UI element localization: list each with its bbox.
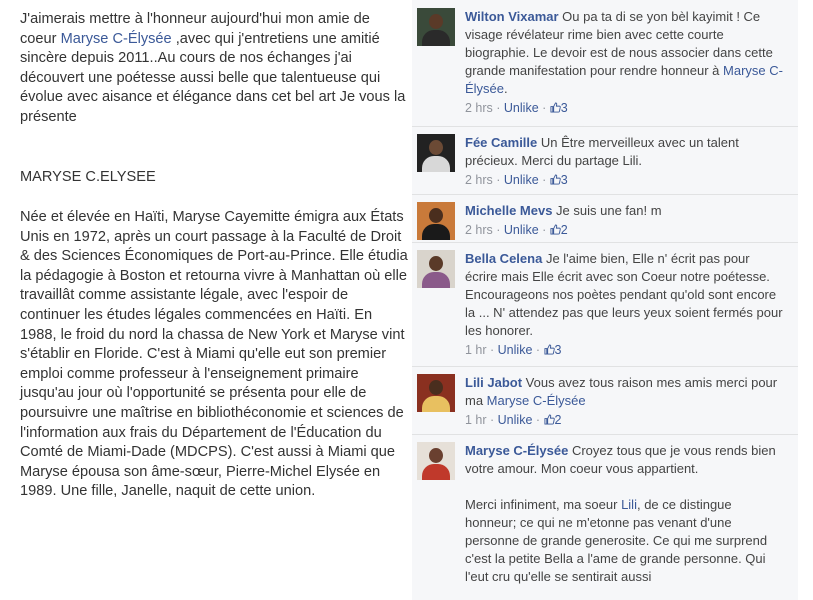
like-count[interactable]: 2 — [550, 223, 568, 237]
avatar[interactable] — [417, 202, 455, 240]
unlike-button[interactable]: Unlike — [504, 173, 539, 187]
comment-meta: 2 hrs · Unlike · 3 — [465, 173, 568, 187]
comment-item: Maryse C-Élysée Croyez tous que je vous … — [412, 434, 798, 600]
post-heading: MARYSE C.ELYSEE — [20, 169, 156, 185]
comment-meta: 2 hrs · Unlike · 3 — [465, 101, 568, 115]
comment-text: Fée Camille Un Être merveilleux avec un … — [465, 134, 783, 189]
thumbs-up-icon — [550, 174, 561, 185]
thumbs-up-icon — [543, 344, 555, 355]
comment-item: Lili Jabot Vous avez tous raison mes ami… — [412, 366, 798, 435]
thumbs-up-icon — [550, 224, 561, 235]
post-bio: Née et élevée en Haïti, Maryse Cayemitte… — [20, 209, 408, 500]
unlike-button[interactable]: Unlike — [504, 223, 539, 237]
comment-text: Bella Celena Je l'aime bien, Elle n' écr… — [465, 251, 783, 357]
comment-item: Fée Camille Un Être merveilleux avec un … — [412, 126, 798, 195]
scrollbar[interactable] — [798, 0, 813, 600]
like-count[interactable]: 3 — [550, 101, 568, 115]
unlike-button[interactable]: Unlike — [504, 101, 539, 115]
comment-author-link[interactable]: Lili Jabot — [465, 375, 522, 390]
thumbs-up-icon — [543, 414, 555, 425]
mention-maryse-link[interactable]: Maryse C-Élysée — [61, 31, 172, 47]
like-count[interactable]: 3 — [550, 173, 568, 187]
post-intro: J'aimerais mettre à l'honneur aujourd'hu… — [20, 11, 406, 125]
like-count[interactable]: 2 — [543, 413, 561, 427]
comment-author-link[interactable]: Michelle Mevs — [465, 203, 552, 218]
avatar[interactable] — [417, 134, 455, 172]
comment-text: Wilton Vixamar Ou pa ta di se yon bèl ka… — [465, 9, 783, 115]
comment-meta: 2 hrs · Unlike · 2 — [465, 223, 568, 237]
comment-item: Bella Celena Je l'aime bien, Elle n' écr… — [412, 242, 798, 367]
comment-author-link[interactable]: Wilton Vixamar — [465, 9, 559, 24]
comment-meta: 1 hr · Unlike · 3 — [465, 343, 562, 357]
comment-item: Michelle Mevs Je suis une fan! m 2 hrs ·… — [412, 194, 798, 243]
comment-item: Wilton Vixamar Ou pa ta di se yon bèl ka… — [412, 0, 798, 127]
unlike-button[interactable]: Unlike — [498, 413, 533, 427]
comment-author-link[interactable]: Bella Celena — [465, 251, 542, 266]
mention-link[interactable]: Maryse C-Élysée — [487, 393, 586, 408]
comment-author-link[interactable]: Fée Camille — [465, 135, 537, 150]
unlike-button[interactable]: Unlike — [498, 343, 533, 357]
avatar[interactable] — [417, 374, 455, 412]
mention-lili-link[interactable]: Lili — [621, 497, 637, 512]
avatar[interactable] — [417, 250, 455, 288]
avatar[interactable] — [417, 8, 455, 46]
comment-text: Michelle Mevs Je suis une fan! m 2 hrs ·… — [465, 202, 783, 239]
comment-continuation: Merci infiniment, ma soeur Lili, de ce d… — [465, 497, 768, 584]
like-count[interactable]: 3 — [543, 343, 561, 357]
post-body: J'aimerais mettre à l'honneur aujourd'hu… — [0, 0, 412, 600]
avatar[interactable] — [417, 442, 455, 480]
thumbs-up-icon — [550, 102, 561, 113]
comment-author-link[interactable]: Maryse C-Élysée — [465, 443, 568, 458]
comment-meta: 1 hr · Unlike · 2 — [465, 413, 562, 427]
comment-text: Maryse C-Élysée Croyez tous que je vous … — [465, 442, 783, 586]
comments-panel: Wilton Vixamar Ou pa ta di se yon bèl ka… — [412, 0, 798, 600]
comment-text: Lili Jabot Vous avez tous raison mes ami… — [465, 374, 783, 429]
